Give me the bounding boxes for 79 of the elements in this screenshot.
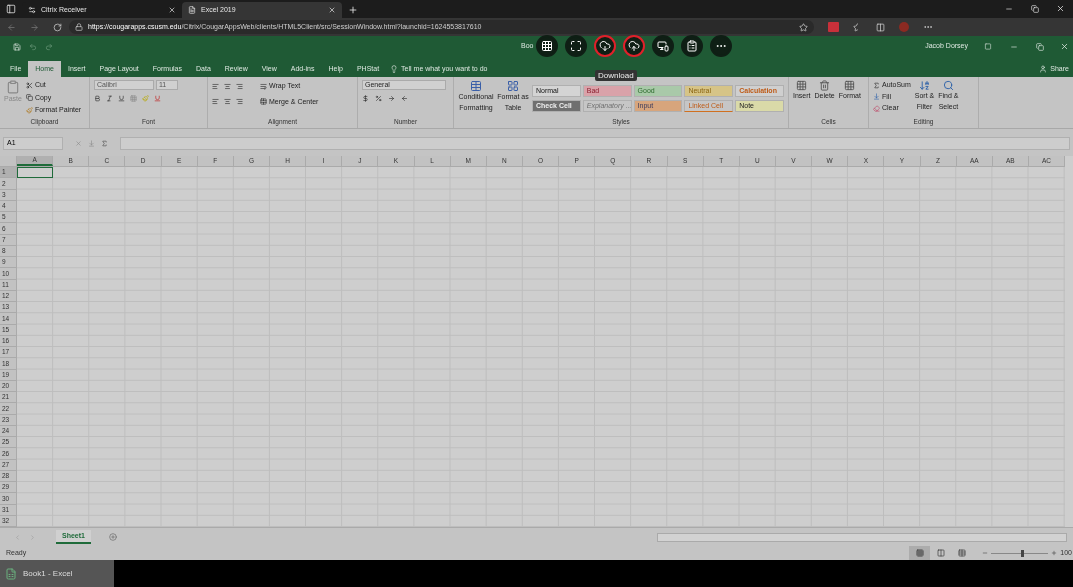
lock-icon (75, 23, 83, 31)
bold-icon[interactable] (94, 95, 101, 102)
wrap-icon (260, 82, 267, 90)
clipboard-icon (686, 40, 698, 52)
slider-thumb[interactable] (1020, 549, 1024, 557)
copy-icon (25, 94, 33, 102)
horizontal-scrollbar[interactable] (656, 532, 1067, 542)
currency-icon[interactable] (362, 95, 369, 102)
close-icon[interactable] (328, 6, 336, 14)
toolbar-button[interactable] (594, 35, 616, 57)
fill-color-icon[interactable] (142, 95, 149, 102)
top-align-icon[interactable] (212, 82, 219, 90)
minimize-icon[interactable] (1005, 5, 1013, 13)
cells-icon[interactable] (796, 80, 808, 91)
add-sheet-icon[interactable] (108, 533, 117, 541)
function-icon[interactable] (101, 139, 108, 147)
redo-icon[interactable] (45, 42, 53, 51)
close-icon[interactable] (1056, 4, 1065, 13)
ribbon-display-icon[interactable] (984, 43, 992, 50)
site-icon (28, 6, 36, 14)
save-icon[interactable] (13, 42, 21, 51)
person-icon (1039, 65, 1048, 73)
page-layout-icon (936, 549, 945, 557)
sort-icon[interactable] (919, 80, 930, 91)
search-icon[interactable] (942, 80, 954, 91)
page-icon (188, 6, 196, 14)
toolbar-button[interactable] (565, 35, 587, 57)
toolbar-button[interactable] (681, 35, 703, 57)
percent-icon[interactable] (375, 95, 382, 102)
cells-icon[interactable] (844, 80, 856, 91)
font-color-icon[interactable] (154, 95, 161, 102)
tooltip: Download (595, 70, 637, 81)
align-right-icon[interactable] (236, 98, 243, 106)
paste-icon[interactable] (5, 80, 20, 94)
forward-icon[interactable] (30, 22, 39, 32)
tab-actions-icon[interactable] (6, 4, 16, 14)
close-icon[interactable] (168, 6, 176, 14)
taskbar-app[interactable]: Book1 - Excel (0, 560, 114, 587)
eraser-icon (873, 104, 880, 112)
delete-cells-icon[interactable] (819, 80, 831, 91)
spreadsheet-icon (5, 567, 17, 580)
monitors-icon (657, 40, 669, 52)
toolbar-button[interactable] (536, 35, 558, 57)
undo-icon[interactable] (29, 42, 37, 51)
middle-align-icon[interactable] (224, 82, 231, 90)
underline-icon[interactable] (118, 95, 125, 102)
new-tab-icon[interactable] (348, 5, 358, 15)
zoom-in-icon[interactable] (1051, 550, 1058, 556)
fill-icon (873, 93, 880, 101)
page-break-icon (957, 549, 966, 557)
close-icon[interactable] (1060, 42, 1069, 51)
cell-grid[interactable] (17, 167, 1065, 527)
active-cell[interactable] (17, 167, 54, 179)
align-center-icon[interactable] (224, 98, 231, 106)
italic-icon[interactable] (106, 95, 113, 102)
borders-icon[interactable] (130, 95, 137, 102)
restore-icon[interactable] (1036, 42, 1044, 51)
cloud-upload-icon (628, 40, 640, 52)
add-favorite-icon[interactable] (799, 22, 808, 32)
back-icon[interactable] (7, 22, 16, 32)
bottom-align-icon[interactable] (236, 82, 243, 90)
conditional-formatting-icon[interactable] (470, 80, 482, 92)
sigma-icon (873, 81, 880, 89)
formula-field[interactable] (120, 136, 1070, 150)
toolbar-button[interactable] (652, 35, 674, 57)
toolbar-button[interactable] (623, 35, 645, 57)
grid-icon (915, 549, 924, 557)
scissors-icon (25, 81, 33, 89)
restore-icon[interactable] (1031, 5, 1039, 13)
fullscreen-icon (570, 40, 582, 52)
merge-icon (260, 98, 267, 106)
collections-icon[interactable] (876, 22, 885, 32)
refresh-icon[interactable] (53, 22, 62, 32)
paintbrush-icon (25, 106, 33, 114)
view-button[interactable] (909, 546, 931, 560)
lightbulb-icon (390, 65, 399, 73)
format-table-icon[interactable] (507, 80, 519, 92)
align-left-icon[interactable] (212, 98, 219, 106)
cloud-download-icon (599, 40, 611, 52)
